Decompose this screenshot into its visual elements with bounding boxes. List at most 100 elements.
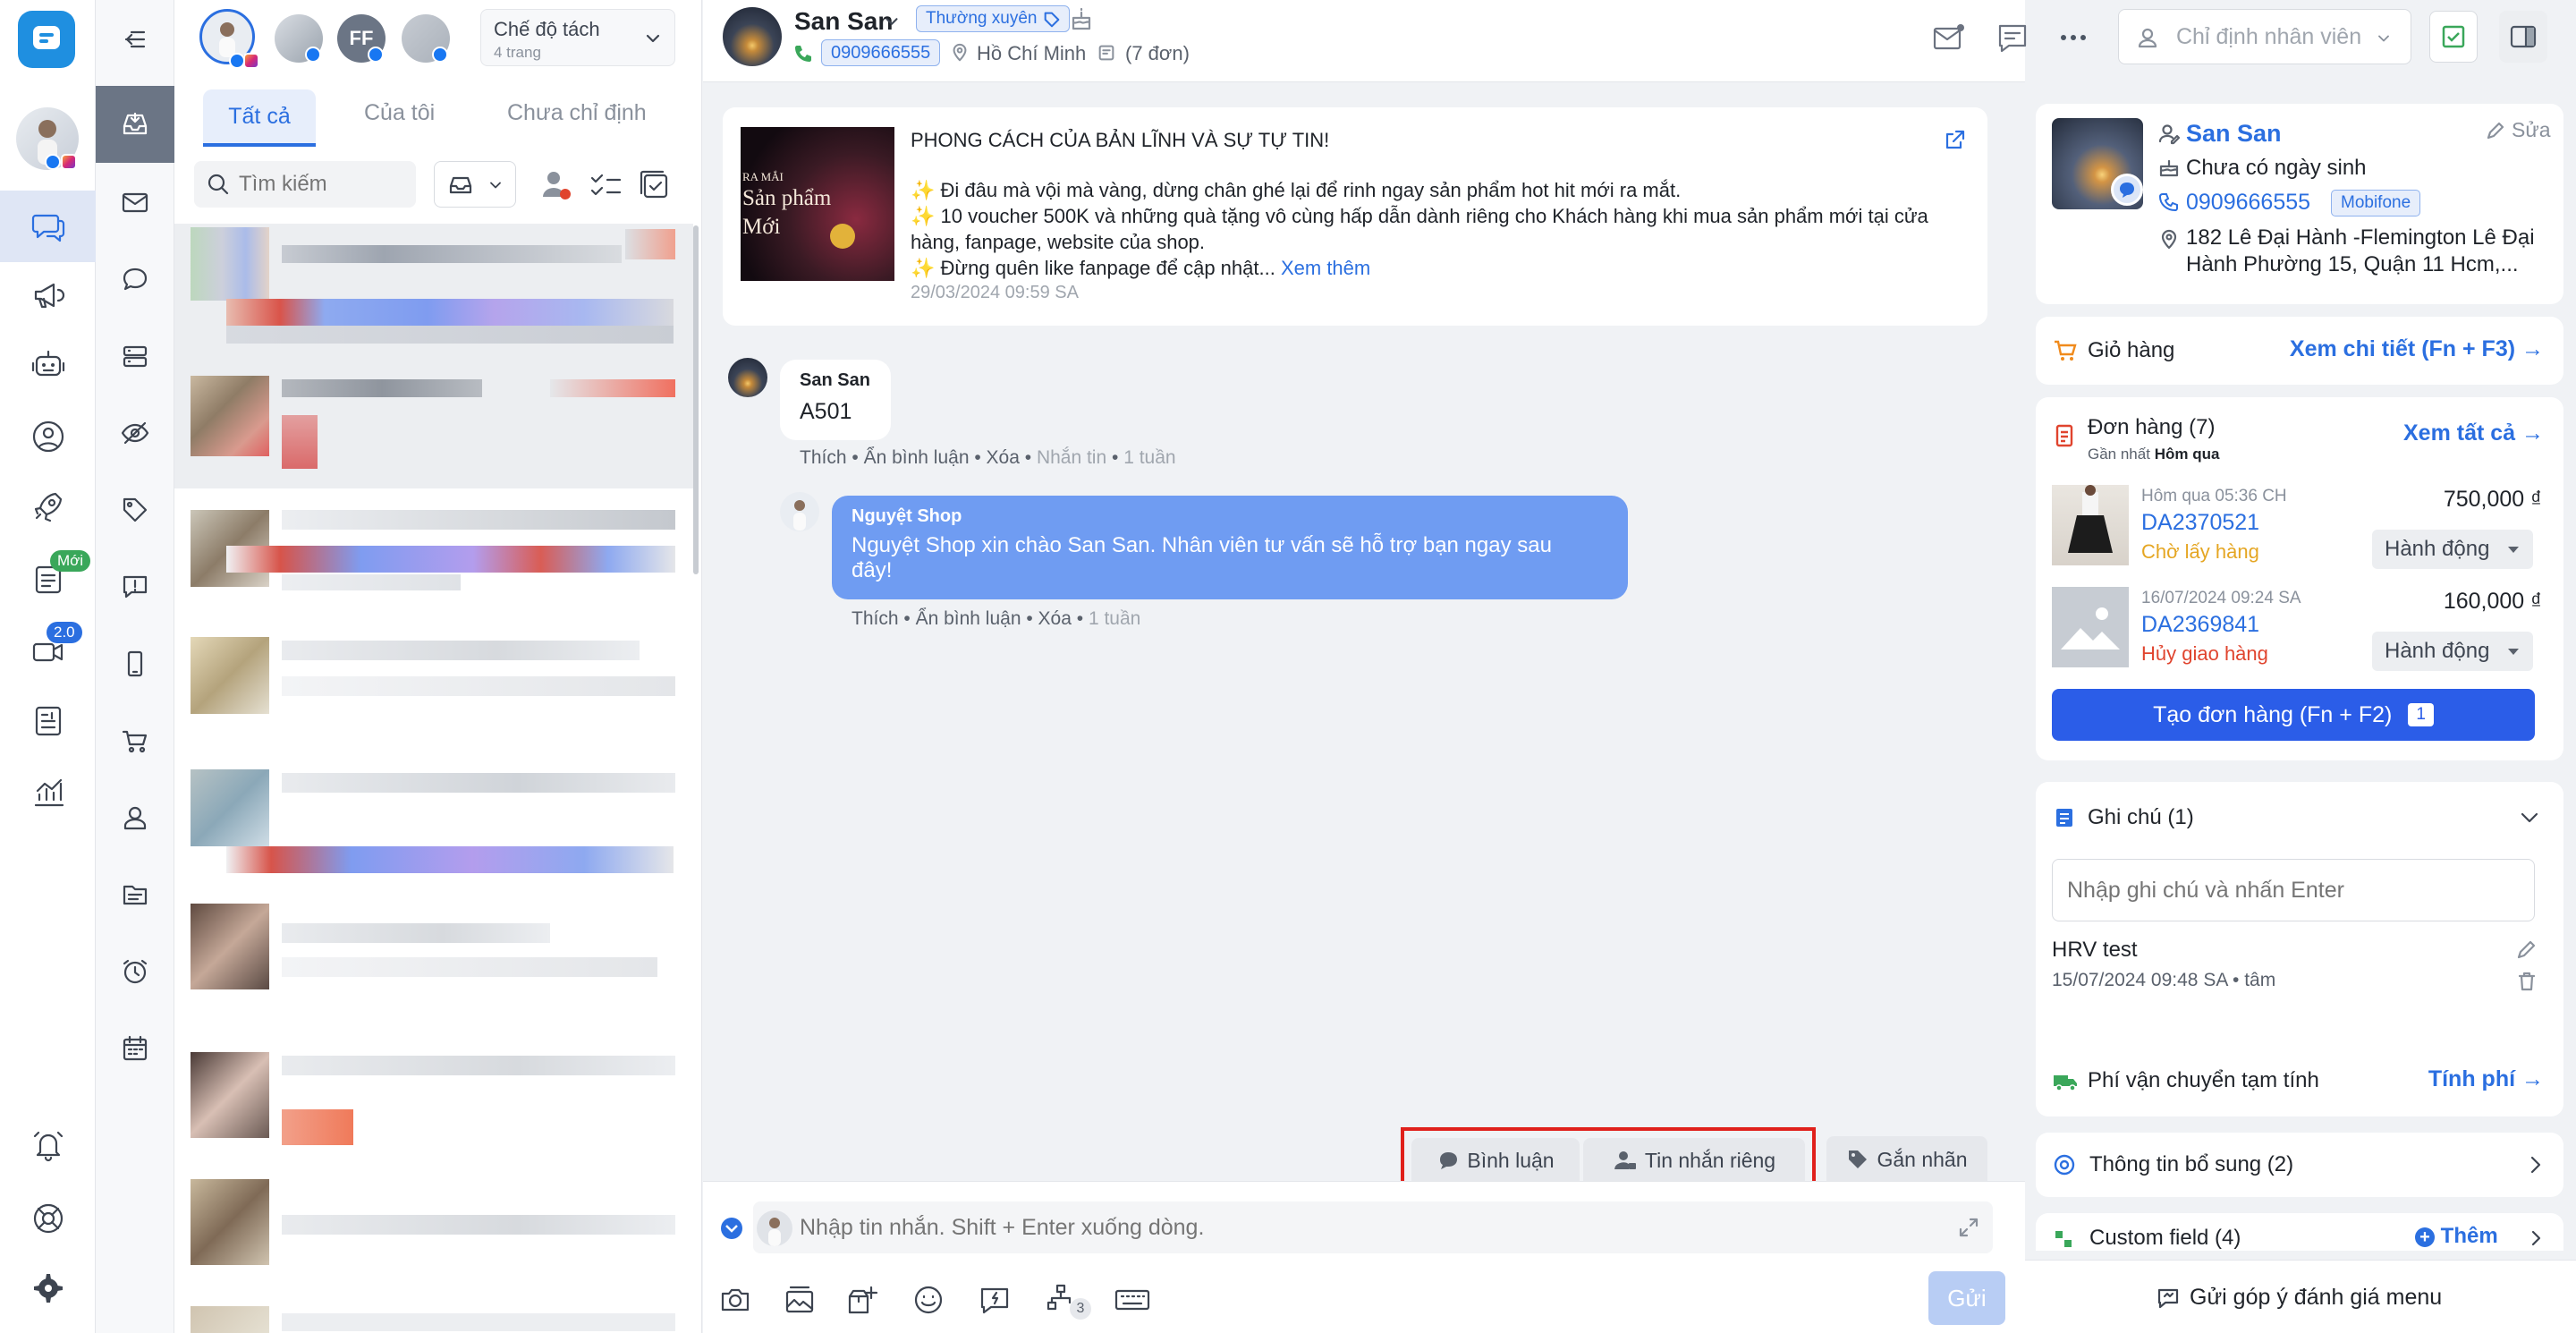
filter-server[interactable] [96,320,174,392]
cart-card[interactable]: Giỏ hàng Xem chi tiết (Fn + F3) → [2036,317,2563,385]
message-bubble-outgoing[interactable]: Nguyệt Shop Nguyệt Shop xin chào San San… [832,496,1628,599]
assign-staff-select[interactable]: Chỉ định nhân viên [2118,9,2411,64]
delete-action[interactable]: Xóa [1038,608,1072,629]
tab-comment[interactable]: Bình luận [1411,1138,1580,1183]
filter-comments[interactable] [96,243,174,315]
list-item[interactable] [174,637,693,726]
rail-orders[interactable]: Mới [0,543,96,615]
app-logo[interactable] [18,11,75,68]
customer-phone[interactable]: 0909666555 [2186,190,2310,216]
send-button[interactable]: Gửi [1928,1271,2005,1325]
customer-tag[interactable]: Thường xuyên [916,5,1071,32]
camera-icon[interactable] [717,1282,753,1318]
customer-name[interactable]: San San [794,7,893,36]
more-options-icon[interactable] [2055,20,2091,55]
chevron-down-icon[interactable] [2517,805,2542,830]
page-avatar-2[interactable] [275,14,323,63]
filter-cart[interactable] [96,705,174,777]
shipping-card[interactable]: Phí vận chuyển tạm tính Tính phí → [2036,1047,2563,1116]
create-order-button[interactable]: Tạo đơn hàng (Fn + F2) 1 [2052,689,2535,741]
list-item[interactable] [174,1052,693,1150]
product-box-icon[interactable] [844,1282,880,1318]
message-note-icon[interactable] [1995,20,2030,55]
tab-label[interactable]: Gắn nhãn [1826,1136,1987,1183]
composer-input-box[interactable] [753,1201,1993,1253]
tab-mine[interactable]: Của tôi [364,100,435,126]
pencil-icon[interactable] [2515,938,2538,961]
external-link-icon[interactable] [1943,127,1968,152]
rail-customers[interactable] [0,401,96,472]
user-avatar[interactable] [16,107,79,170]
message-bubble-incoming[interactable]: San San A501 [780,360,891,440]
filter-calendar[interactable] [96,1013,174,1084]
filter-hidden[interactable] [96,397,174,469]
delete-action[interactable]: Xóa [987,447,1020,468]
filter-folder[interactable] [96,859,174,930]
hide-comment-action[interactable]: Ẩn bình luận [864,447,970,468]
quick-reply-icon[interactable] [977,1282,1013,1318]
rail-conversations[interactable] [0,191,96,262]
customer-avatar[interactable] [723,7,782,66]
filter-phone[interactable] [96,628,174,700]
emoji-icon[interactable] [911,1282,946,1318]
image-gallery-icon[interactable] [782,1282,818,1318]
rail-analytics[interactable] [0,757,96,828]
see-more-link[interactable]: Xem thêm [1281,257,1370,279]
list-item[interactable] [174,1179,693,1278]
tab-unassigned[interactable]: Chưa chỉ định [507,100,647,126]
rail-bot[interactable] [0,329,96,401]
trash-icon[interactable] [2515,970,2538,993]
search-box[interactable] [194,161,416,208]
hide-comment-action[interactable]: Ẩn bình luận [916,608,1021,629]
mode-select[interactable]: Chế độ tách 4 trang [480,9,675,66]
orders-view-all[interactable]: Xem tất cả → [2403,420,2544,446]
like-action[interactable]: Thích [800,447,847,468]
rail-settings[interactable] [0,1252,96,1324]
like-action[interactable]: Thích [852,608,899,629]
page-avatar-4[interactable] [402,14,450,63]
shipping-calc-link[interactable]: Tính phí → [2428,1066,2544,1092]
mark-read-icon[interactable] [636,166,674,204]
checklist-icon[interactable] [588,166,625,204]
extra-info-card[interactable]: Thông tin bổ sung (2) [2036,1133,2563,1197]
order-code[interactable]: DA2370521 [2141,510,2259,536]
expand-icon[interactable] [1957,1216,1980,1239]
edit-customer-button[interactable]: Sửa [2485,118,2551,142]
customer-card-name[interactable]: San San [2186,120,2282,148]
private-message-action[interactable]: Nhắn tin [1037,447,1106,468]
filter-inbox[interactable] [96,86,174,163]
cart-detail-link[interactable]: Xem chi tiết (Fn + F3) → [2290,336,2544,362]
tab-private-message[interactable]: Tin nhắn riêng [1583,1138,1805,1183]
rail-report[interactable] [0,685,96,757]
rail-livestream[interactable]: 2.0 [0,615,96,686]
custom-field-card[interactable]: Custom field (4) + Thêm [2036,1213,2563,1251]
order-code[interactable]: DA2369841 [2141,612,2259,638]
feedback-bar[interactable]: Gửi góp ý đánh giá menu [2025,1260,2576,1333]
order-action-dropdown[interactable]: Hành động [2372,530,2533,569]
rail-rocket[interactable] [0,471,96,542]
order-item-image[interactable] [2052,485,2129,565]
chevron-circle-icon[interactable] [719,1216,744,1241]
customer-photo[interactable] [2052,118,2143,209]
tab-all[interactable]: Tất cả [203,89,316,147]
page-avatar-1[interactable] [199,9,259,69]
note-input-box[interactable] [2052,859,2535,921]
filter-reminder[interactable] [96,936,174,1007]
page-avatar-3[interactable]: FF [337,14,386,63]
unassigned-user-icon[interactable] [538,166,575,204]
list-item[interactable] [174,224,693,488]
phone-pill[interactable]: 0909666555 [821,39,941,66]
list-item[interactable] [174,506,693,614]
search-input[interactable] [239,168,409,200]
keyboard-icon[interactable] [1113,1282,1152,1318]
rail-campaign[interactable] [0,259,96,331]
list-scrollbar[interactable] [693,225,699,574]
mail-notify-icon[interactable] [1930,20,1966,55]
rail-notifications[interactable] [0,1109,96,1181]
order-action-dropdown[interactable]: Hành động [2372,632,2533,671]
filter-unreplied[interactable] [96,551,174,623]
message-input[interactable] [800,1210,1927,1244]
list-item[interactable] [174,1306,693,1333]
filter-assigned[interactable] [96,782,174,853]
post-thumbnail[interactable]: RA MẮI Sản phẩm Mới [741,127,894,281]
